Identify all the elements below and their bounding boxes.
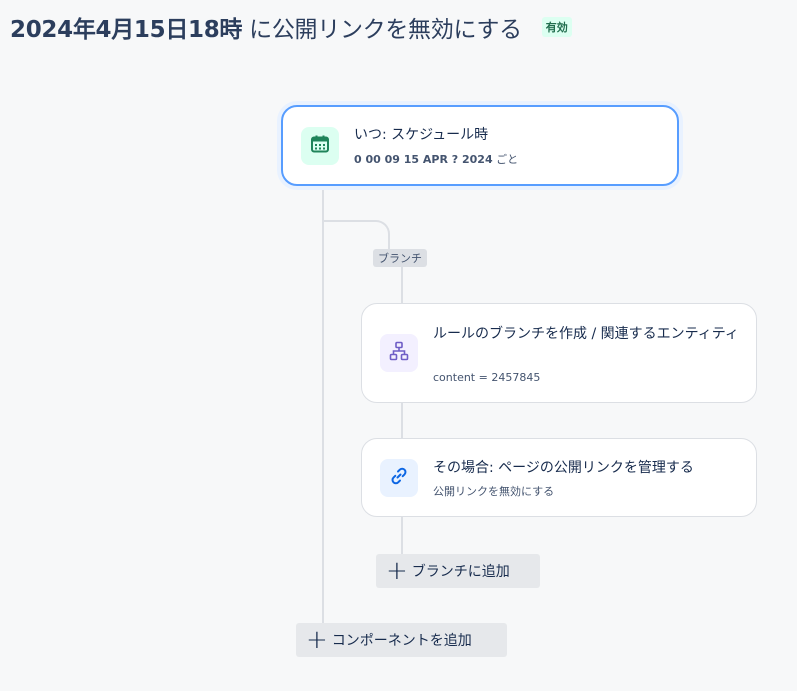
- branch-rule-icon-box: [380, 334, 418, 372]
- rule-title-date: 2024年4月15日18時: [10, 17, 243, 43]
- action-subtitle: 公開リンクを無効にする: [433, 485, 555, 498]
- branch-label: ブランチ: [373, 249, 427, 267]
- plus-icon: +: [386, 556, 408, 586]
- plus-icon: +: [306, 625, 328, 655]
- action-icon-box: [380, 459, 418, 497]
- rule-title-text: に公開リンクを無効にする: [242, 17, 522, 43]
- trigger-schedule: 0 00 09 15 APR ? 2024 ごと: [354, 151, 518, 167]
- rule-title: 2024年4月15日18時 に公開リンクを無効にする: [10, 10, 522, 44]
- trigger-card[interactable]: いつ: スケジュール時 0 00 09 15 APR ? 2024 ごと: [281, 105, 679, 186]
- branch-rule-title: ルールのブランチを作成 / 関連するエンティティ: [433, 326, 739, 342]
- branch-rule-subtitle: content = 2457845: [433, 371, 541, 384]
- branch-connector-line-2: [401, 402, 403, 439]
- status-badge: 有効: [541, 17, 572, 37]
- trigger-icon-box: [301, 127, 339, 165]
- branch-connector-line-3: [401, 516, 403, 554]
- page-header: 2024年4月15日18時 に公開リンクを無効にする 有効: [10, 10, 572, 44]
- add-to-branch-button[interactable]: + ブランチに追加: [376, 554, 540, 588]
- action-card[interactable]: その場合: ページの公開リンクを管理する 公開リンクを無効にする: [361, 438, 757, 517]
- branch-rule-card[interactable]: ルールのブランチを作成 / 関連するエンティティ content = 24578…: [361, 303, 757, 403]
- link-icon: [389, 466, 409, 490]
- trigger-title: いつ: スケジュール時: [354, 127, 489, 143]
- action-title: その場合: ページの公開リンクを管理する: [433, 460, 694, 476]
- trigger-cron-expression: 0 00 09 15 APR ? 2024: [354, 153, 493, 166]
- hierarchy-icon: [389, 341, 409, 365]
- add-to-branch-label: ブランチに追加: [411, 564, 510, 580]
- add-component-button[interactable]: + コンポーネントを追加: [296, 623, 507, 657]
- calendar-icon: [310, 134, 330, 158]
- branch-connector-line: [401, 266, 403, 304]
- add-component-label: コンポーネントを追加: [331, 633, 472, 649]
- trigger-cron-suffix: ごと: [492, 153, 519, 166]
